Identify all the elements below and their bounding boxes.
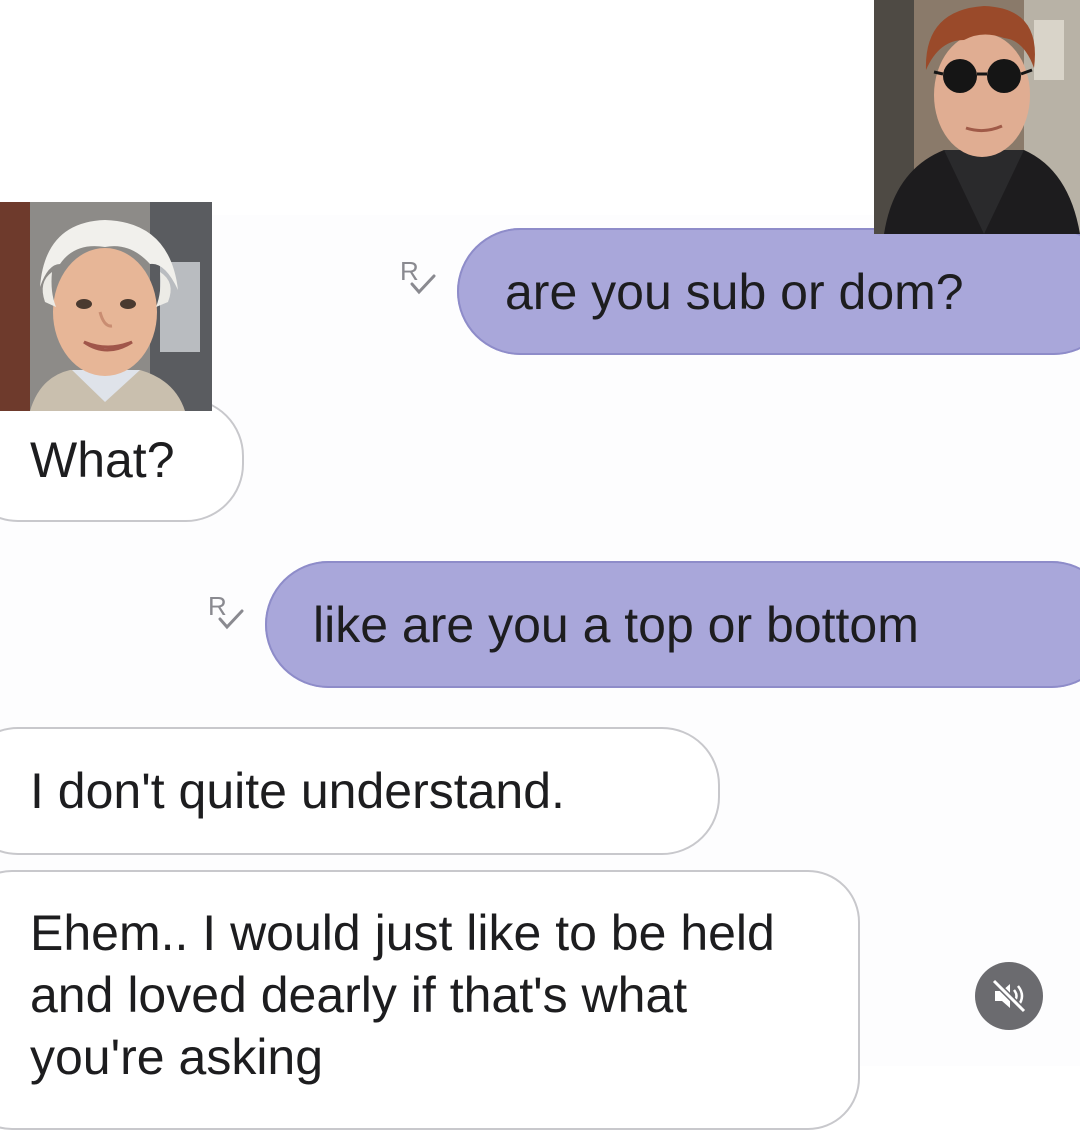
avatar-right xyxy=(874,0,1080,234)
mute-toggle-button[interactable] xyxy=(975,962,1043,1030)
outgoing-message[interactable]: are you sub or dom? xyxy=(457,228,1080,355)
message-text: I don't quite understand. xyxy=(30,763,565,819)
read-receipt-icon: R xyxy=(206,589,246,635)
speaker-muted-icon xyxy=(991,978,1027,1014)
message-text: Ehem.. I would just like to be held and … xyxy=(30,905,775,1085)
incoming-message[interactable]: Ehem.. I would just like to be held and … xyxy=(0,870,860,1130)
message-text: are you sub or dom? xyxy=(505,263,964,320)
message-text: like are you a top or bottom xyxy=(313,596,919,653)
message-text: What? xyxy=(30,432,175,488)
incoming-message[interactable]: What? xyxy=(0,398,244,522)
read-receipt-icon: R xyxy=(398,254,438,300)
avatar-left xyxy=(0,202,212,411)
svg-text:R: R xyxy=(400,256,419,286)
outgoing-message[interactable]: like are you a top or bottom xyxy=(265,561,1080,688)
svg-text:R: R xyxy=(208,591,227,621)
incoming-message[interactable]: I don't quite understand. xyxy=(0,727,720,855)
avatar-photo-man-with-sunglasses xyxy=(874,0,1080,234)
avatar-photo-white-haired-man xyxy=(0,202,212,411)
